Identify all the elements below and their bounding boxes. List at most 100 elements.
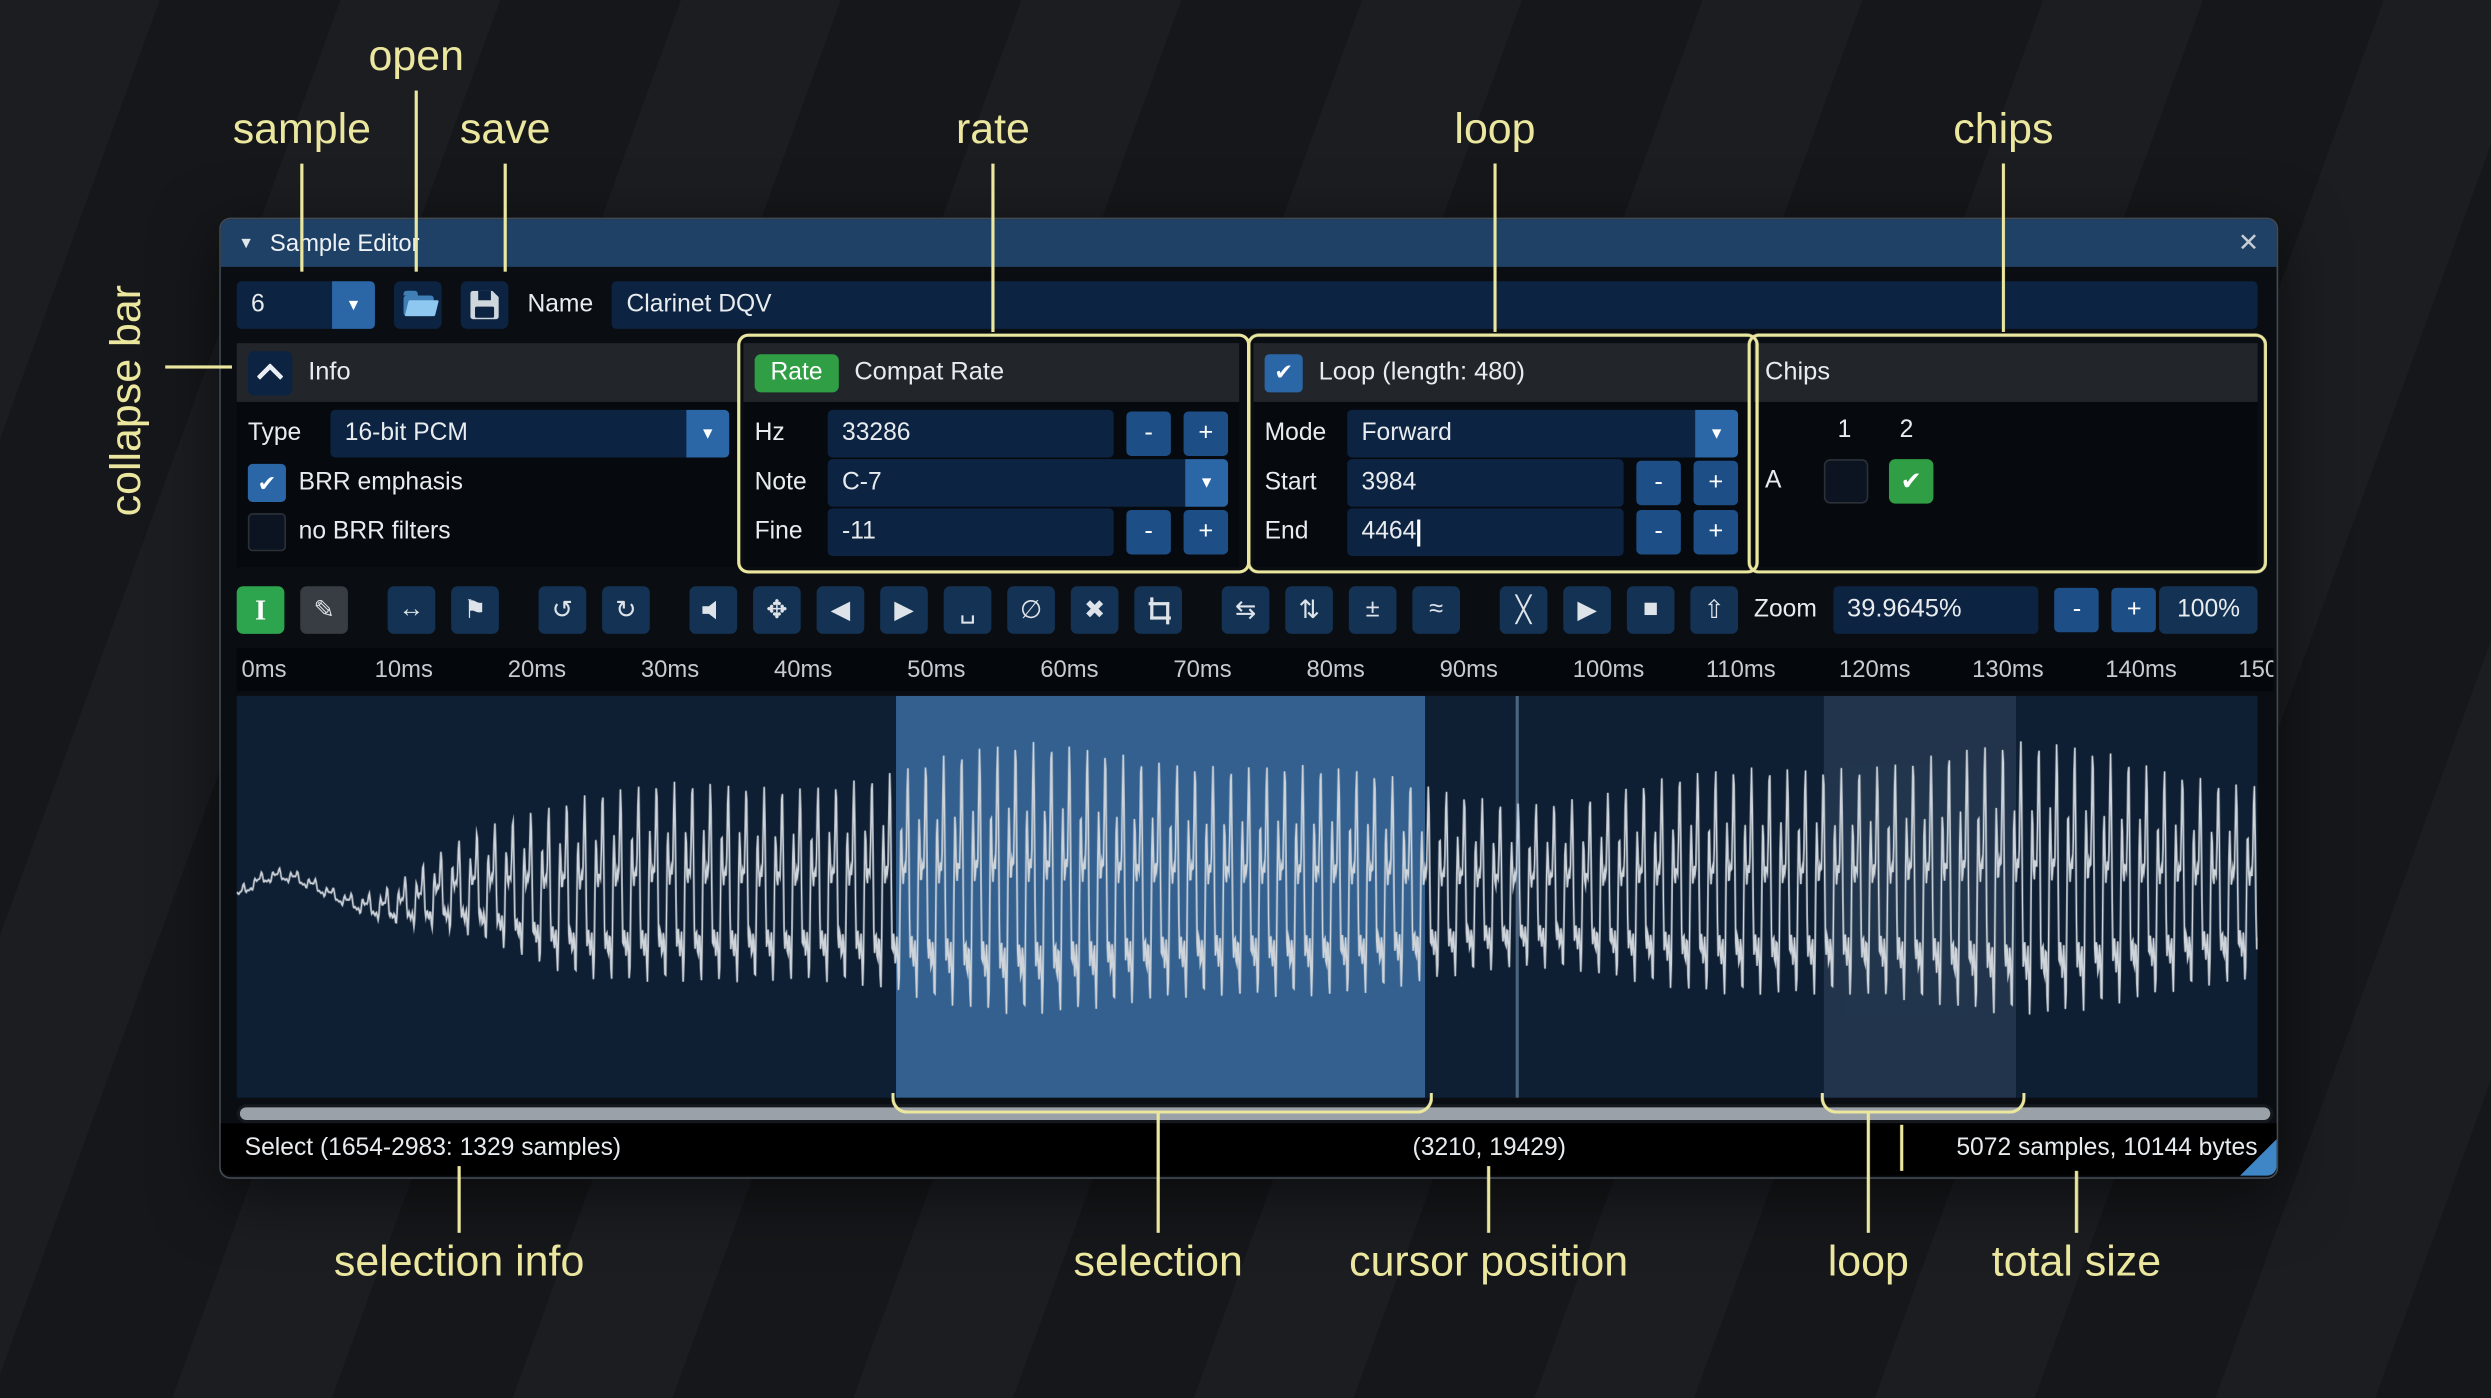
info-panel-header: Info [236,343,741,402]
upload-icon: ⇧ [1703,597,1725,625]
fade-out-button[interactable]: ▶ [880,586,928,634]
brr-emphasis-checkbox[interactable]: ✔ [247,463,286,503]
fine-plus-button[interactable]: + [1183,509,1229,555]
resample-button[interactable]: ⚑ [451,586,499,634]
open-sample-button[interactable] [393,281,442,329]
ibeam-cursor-icon: I [254,593,267,626]
sample-number-select[interactable]: 6 ▼ [236,281,375,329]
amplify-button[interactable] [689,586,738,634]
chip-1-checkbox[interactable] [1823,459,1869,504]
loop-header-label: Loop (length: 480) [1318,358,1525,386]
upload-to-chip-button[interactable]: ⇧ [1690,586,1739,634]
zoom-in-button[interactable]: + [2111,587,2157,633]
wave-filter-icon: ≈ [1429,595,1444,623]
chevron-down-icon[interactable]: ▼ [686,409,730,458]
note-select[interactable]: C-7 ▼ [827,459,1229,507]
window-titlebar[interactable]: ▼ Sample Editor ✕ [220,219,2277,267]
fine-label: Fine [754,517,803,545]
select-mode-button[interactable]: I [236,586,285,634]
brr-emphasis-row: ✔ BRR emphasis [247,459,729,507]
insert-silence-button[interactable]: ␣ [943,586,992,634]
brr-emphasis-label: BRR emphasis [298,468,463,496]
zoom-reset-button[interactable]: 100% [2159,586,2258,634]
chevron-down-icon[interactable]: ▼ [1185,459,1229,507]
loop-start-plus-button[interactable]: + [1693,460,1739,506]
waveform-view[interactable] [236,695,2258,1098]
folder-open-icon [402,289,433,316]
timeline-ruler[interactable]: 0ms 10ms 20ms 30ms 40ms 50ms 60ms 70ms 80ms 90ms 1… [236,648,2274,692]
fine-row: Fine -11 - + [754,508,1229,557]
annotation-line-rate [991,163,995,333]
chevron-down-icon[interactable]: ▼ [332,281,375,329]
filter-button[interactable]: ≈ [1412,586,1461,634]
ruler-label: 140ms [2105,656,2177,684]
undo-icon: ↺ [551,597,574,625]
loop-end-input[interactable]: 4464 [1347,508,1624,557]
insert-silence-icon: ␣ [959,597,976,625]
reverse-button[interactable]: ⇆ [1221,586,1270,634]
chips-row-a: A ✔ [1765,458,2246,506]
loop-end-value: 4464 [1361,517,1417,545]
panel-row: Info Type 16-bit PCM ▼ ✔ BRR emphasis no… [236,343,2258,568]
sign-invert-button[interactable]: ± [1348,586,1397,634]
fade-in-button[interactable]: ◀ [816,586,865,634]
fine-minus-button[interactable]: - [1126,509,1171,555]
rate-panel-header: Rate Compat Rate [743,343,1240,402]
normalize-button[interactable]: ✥ [753,586,801,634]
chips-panel: Chips 1 2 A ✔ [1753,343,2258,568]
annotation-line-loop-bottom [1866,1112,1870,1233]
delete-button[interactable]: ✖ [1070,586,1119,634]
annotation-collapse-bar: collapse bar [101,285,150,517]
no-brr-filters-checkbox[interactable] [247,513,286,552]
zoom-out-button[interactable]: - [2054,587,2100,633]
ruler-label: 110ms [1705,656,1776,684]
preview-button[interactable]: ▶ [1563,586,1611,634]
hz-plus-button[interactable]: + [1183,411,1229,456]
loop-mode-select[interactable]: Forward ▼ [1347,409,1739,458]
stop-preview-button[interactable]: ■ [1626,586,1675,634]
invert-button[interactable]: ⇅ [1285,586,1333,634]
annotation-line-collapse-bar [165,365,232,369]
hz-input[interactable]: 33286 [827,409,1114,458]
chevron-down-icon[interactable]: ▼ [1695,409,1739,458]
annotation-line-cursor-position [1487,1166,1491,1233]
window-collapse-triangle-icon[interactable]: ▼ [238,234,254,251]
window-resize-grip[interactable] [2238,1137,2277,1176]
resize-button[interactable]: ↔ [387,586,436,634]
invert-arrows-icon: ⇅ [1298,597,1320,625]
status-bar: Select (1654-2983: 1329 samples) (3210, … [220,1123,2277,1176]
waveform-canvas[interactable] [236,695,2258,1098]
ruler-label: 120ms [1839,656,1911,684]
name-label: Name [527,290,594,318]
chip-2-checkbox[interactable]: ✔ [1888,459,1934,504]
loop-enable-checkbox[interactable]: ✔ [1264,353,1303,392]
redo-button[interactable]: ↻ [602,586,650,634]
collapse-bar-button[interactable] [247,350,293,395]
close-icon[interactable]: ✕ [2238,227,2259,259]
fine-input[interactable]: -11 [827,508,1114,557]
loop-start-input[interactable]: 3984 [1347,459,1624,507]
loop-end-plus-button[interactable]: + [1693,509,1739,555]
zoom-input[interactable]: 39.9645% [1832,586,2039,634]
loop-mode-label: Mode [1264,419,1327,447]
crop-icon [1145,597,1171,625]
ruler-label: 50ms [907,656,966,684]
rate-badge-button[interactable]: Rate [754,353,839,392]
crossfade-button[interactable]: ╳ [1499,586,1548,634]
hz-minus-button[interactable]: - [1126,411,1171,456]
apply-silence-button[interactable]: ∅ [1007,586,1055,634]
annotation-tick-total-size [1900,1124,1904,1171]
sample-header-row: 6 ▼ Name Clarinet DQV [236,281,2258,329]
loop-end-minus-button[interactable]: - [1636,509,1681,555]
sample-name-input[interactable]: Clarinet DQV [612,281,2258,329]
annotation-line-selection [1156,1112,1160,1233]
annotation-save: save [459,104,551,153]
hz-label: Hz [754,419,785,447]
draw-mode-button[interactable]: ✎ [300,586,348,634]
type-select[interactable]: 16-bit PCM ▼ [330,409,730,458]
undo-button[interactable]: ↺ [538,586,587,634]
save-sample-button[interactable] [460,281,509,329]
ruler-label: 20ms [507,656,567,684]
loop-start-minus-button[interactable]: - [1636,460,1681,506]
trim-button[interactable] [1134,586,1182,634]
